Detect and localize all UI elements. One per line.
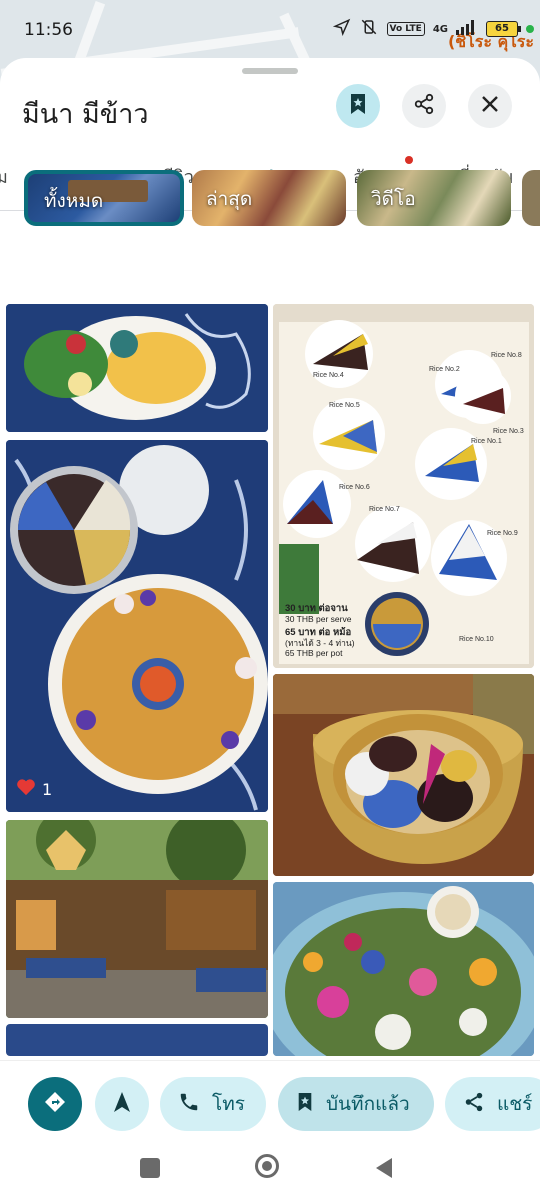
photo-rice-pot[interactable] [273,674,534,876]
filter-chip-more[interactable] [522,170,540,226]
like-count: 1 [42,779,53,799]
recents-button[interactable] [140,1158,160,1178]
rice-label-7: Rice No.7 [369,506,400,513]
share-action-icon [463,1091,485,1118]
home-dot-icon [262,1161,272,1171]
filter-chip-latest[interactable]: ล่าสุด [192,170,346,226]
menu-price-pot: 65 บาท ต่อ หม้อ [285,627,352,638]
call-label: โทร [212,1093,245,1115]
filter-chip-video[interactable]: วิดีโอ [357,170,511,226]
active-dot-icon [526,25,534,33]
close-button[interactable] [468,84,512,128]
battery-indicator: 65 [486,21,521,37]
vibrate-off-icon [359,18,379,40]
photo-like-counter: 1 [16,778,52,800]
place-title: มีนา มีข้าว [22,99,149,130]
status-time: 11:56 [24,20,73,40]
phone-icon [178,1091,200,1118]
rice-label-3: Rice No.3 [493,428,524,435]
rice-label-10: Rice No.10 [459,636,494,643]
heart-icon [16,778,36,800]
start-navigation-button[interactable] [95,1077,149,1131]
photo-salad[interactable] [273,882,534,1056]
home-button[interactable] [255,1154,279,1178]
photo-partial-bottom[interactable] [6,1024,268,1056]
bookmark-icon [348,93,368,119]
rice-label-1: Rice No.1 [471,438,502,445]
rice-label-5: Rice No.5 [329,402,360,409]
navigation-start-icon [113,1091,131,1118]
photo-restaurant-exterior-image [6,820,268,1018]
rice-label-9: Rice No.9 [487,530,518,537]
notification-dot [405,156,413,164]
call-button[interactable]: โทร [160,1077,266,1131]
action-bar: โทร บันทึกแล้ว แชร์ [0,1060,540,1145]
photo-rice-pot-image [273,674,534,876]
menu-price-serve-en: 30 THB per serve [285,614,352,624]
network-type: 4G [432,23,448,35]
directions-icon [43,1090,67,1119]
share-button[interactable] [402,84,446,128]
menu-price-pot-en: 65 THB per pot [285,648,343,658]
filter-chip-latest-label: ล่าสุด [206,188,253,210]
menu-price-serve: 30 บาท ต่อจาน [285,603,348,614]
volte-badge: Vo LTE [386,22,425,36]
photo-fried-dish-image [6,304,268,432]
rice-label-4: Rice No.4 [313,372,344,379]
photo-omelette[interactable]: 1 [6,440,268,812]
share-label: แชร์ [497,1093,533,1115]
share-action-button[interactable]: แชร์ [445,1077,540,1131]
close-icon [481,95,499,117]
saved-button[interactable] [336,84,380,128]
saved-label: บันทึกแล้ว [326,1093,410,1115]
status-bar: 11:56 Vo LTE 4G 65 [0,0,540,60]
rice-label-6: Rice No.6 [339,484,370,491]
photo-fried-dish[interactable] [6,304,268,432]
share-icon [413,93,435,119]
menu-price-block: 30 บาท ต่อจาน 30 THB per serve 65 บาท ต่… [285,603,355,659]
bookmark-saved-icon [296,1091,314,1118]
back-button[interactable] [374,1156,394,1184]
photo-omelette-image [6,440,268,812]
sheet-drag-handle[interactable] [242,68,298,74]
status-icons: Vo LTE 4G 65 [332,18,534,40]
directions-button[interactable] [28,1077,82,1131]
photo-rice-menu[interactable]: 30 บาท ต่อจาน 30 THB per serve 65 บาท ต่… [273,304,534,668]
photo-salad-image [273,882,534,1056]
back-triangle-icon [376,1158,392,1178]
menu-price-pot-note: (ทานได้ 3 - 4 ท่าน) [285,638,355,648]
navigation-arrow-icon [332,18,351,40]
photo-restaurant-exterior[interactable] [6,820,268,1018]
filter-chip-video-label: วิดีโอ [371,188,416,210]
rice-label-2: Rice No.2 [429,366,460,373]
rice-label-8: Rice No.8 [491,352,522,359]
filter-chip-all-label: ทั้งหมด [44,190,104,212]
tab-overview[interactable]: ม [0,162,8,191]
system-navigation-bar [0,1144,540,1200]
signal-icon [456,19,478,39]
saved-action-button[interactable]: บันทึกแล้ว [278,1077,434,1131]
filter-chip-all[interactable]: ทั้งหมด [24,170,184,226]
